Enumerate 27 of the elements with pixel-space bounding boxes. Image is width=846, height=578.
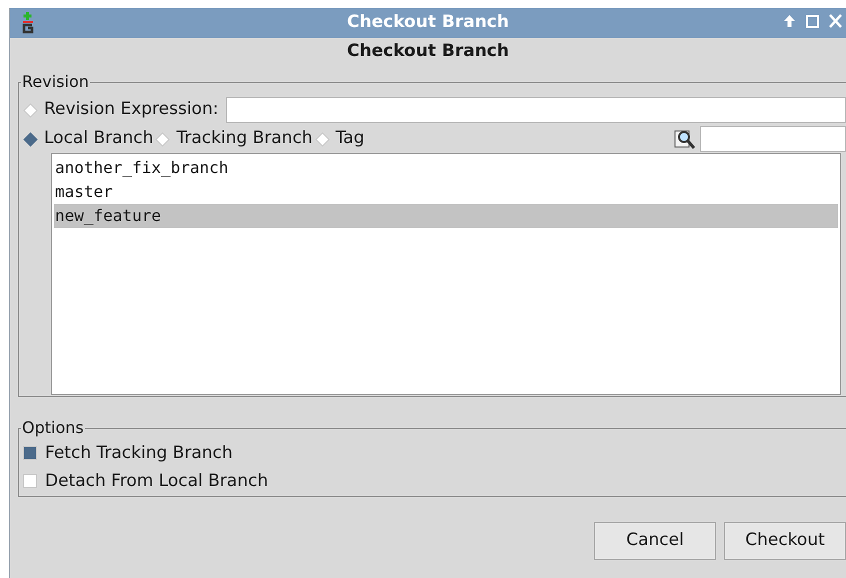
maximize-icon[interactable] xyxy=(806,14,819,28)
arrow-up-icon[interactable] xyxy=(783,14,796,28)
radio-button[interactable] xyxy=(314,132,330,146)
branch-item[interactable]: another_fix_branch xyxy=(54,156,838,180)
close-icon[interactable] xyxy=(829,14,842,28)
checkbox[interactable] xyxy=(23,446,37,460)
search-field[interactable] xyxy=(700,126,846,152)
group-legend: Options xyxy=(21,418,85,438)
dialog-button[interactable]: Cancel xyxy=(594,522,716,560)
checkbox-label[interactable]: Fetch Tracking Branch xyxy=(45,444,233,462)
radio-button[interactable] xyxy=(23,102,38,118)
branch-item[interactable]: new_feature xyxy=(54,204,838,228)
radio-button[interactable] xyxy=(23,132,38,146)
radio-label[interactable]: Revision Expression: xyxy=(44,97,218,123)
window-title: Checkout Branch xyxy=(347,11,509,34)
dialog-button[interactable]: Checkout xyxy=(724,522,846,560)
checkbox-label[interactable]: Detach From Local Branch xyxy=(45,472,268,490)
radio-label[interactable]: Tracking Branch xyxy=(176,126,313,152)
revision-expression-field[interactable] xyxy=(226,97,846,123)
radio-label[interactable]: Local Branch xyxy=(44,126,154,152)
radio-label[interactable]: Tag xyxy=(336,126,364,152)
dialog-heading: Checkout Branch xyxy=(347,40,509,64)
app-logo-icon xyxy=(20,12,36,34)
search-icon[interactable] xyxy=(674,128,696,150)
radio-button[interactable] xyxy=(155,132,170,146)
checkbox[interactable] xyxy=(23,474,37,488)
branch-item[interactable]: master xyxy=(54,180,838,204)
